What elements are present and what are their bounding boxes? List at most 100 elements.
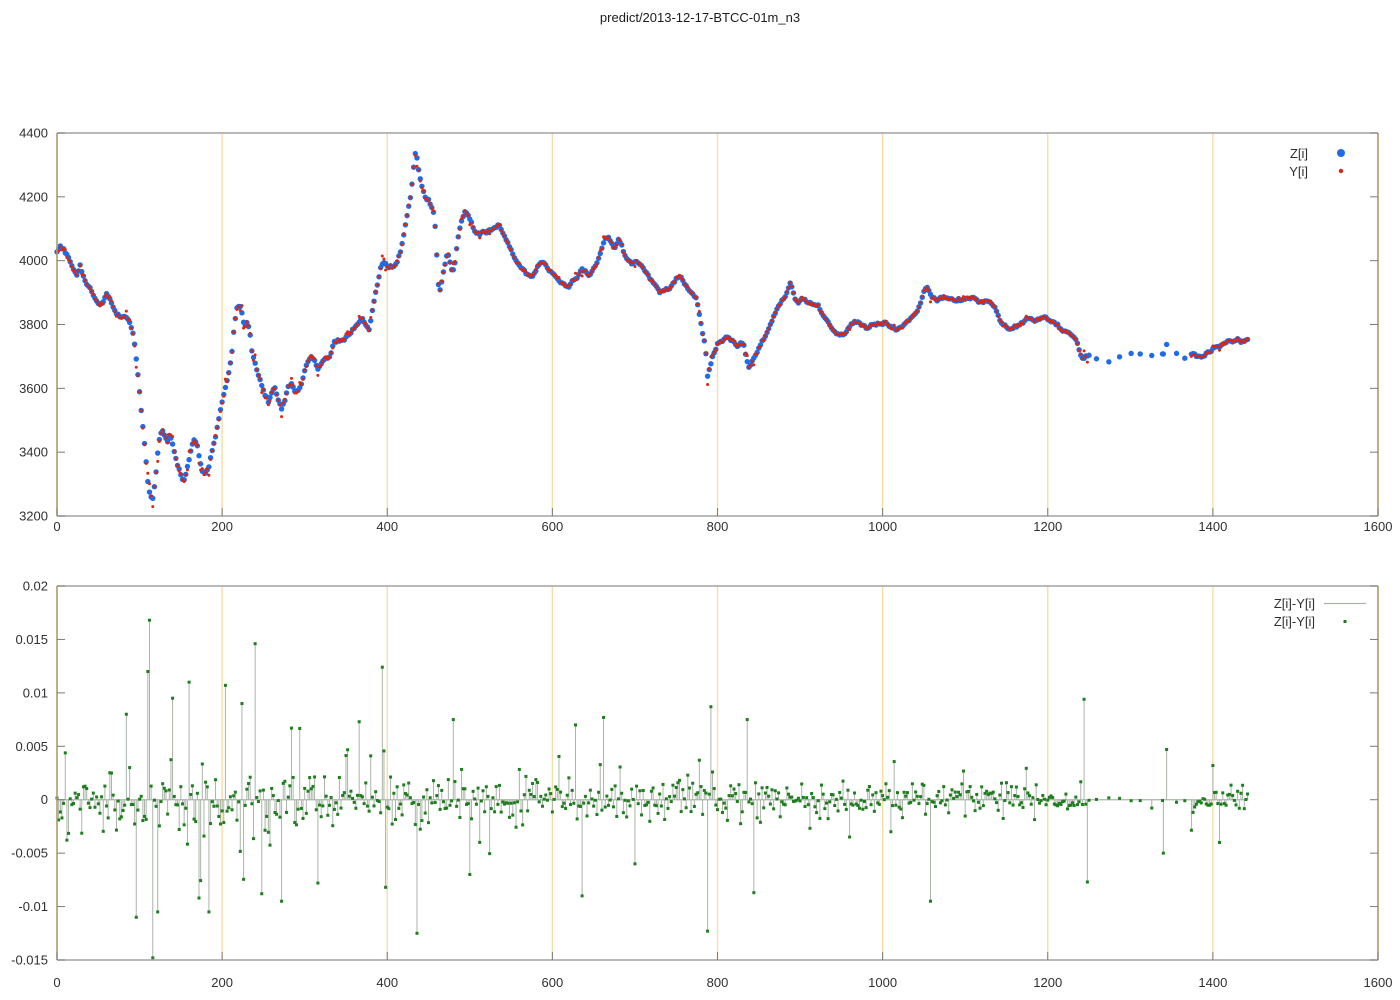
residual-point: [371, 796, 374, 799]
residual-point: [843, 803, 846, 806]
residual-point: [571, 789, 574, 792]
residual-point: [402, 783, 405, 786]
y-point: [1218, 349, 1221, 352]
z-point: [155, 450, 160, 455]
residual-point: [414, 823, 417, 826]
residual-point: [224, 684, 227, 687]
y-point: [478, 236, 481, 239]
y-point: [916, 309, 919, 312]
y-tick-label: 0: [41, 792, 48, 807]
y-point: [174, 457, 177, 460]
z-point: [1117, 354, 1122, 359]
residual-point: [115, 829, 118, 832]
y-point: [686, 285, 689, 288]
residual-point: [401, 813, 404, 816]
residual-point: [204, 781, 207, 784]
x-tick-label: 1000: [868, 975, 897, 990]
residual-point: [112, 794, 115, 797]
residual-point: [673, 795, 676, 798]
residual-point: [1005, 781, 1008, 784]
y-point: [655, 285, 658, 288]
residual-point: [960, 782, 963, 785]
residual-point: [997, 809, 1000, 812]
residual-point: [917, 802, 920, 805]
y-point: [285, 392, 288, 395]
residual-point: [1238, 807, 1241, 810]
y-point: [201, 467, 204, 470]
y-point: [534, 268, 537, 271]
residual-point: [526, 809, 529, 812]
residual-point: [472, 790, 475, 793]
residual-point: [117, 800, 120, 803]
y-point: [1079, 352, 1082, 355]
y-point: [817, 304, 820, 307]
residual-point: [1078, 800, 1081, 803]
residual-point: [1234, 803, 1237, 806]
residual-point: [227, 806, 230, 809]
y-point: [369, 316, 372, 319]
y-point: [354, 325, 357, 328]
y-point: [389, 263, 392, 266]
y-point: [166, 441, 169, 444]
y-point: [143, 443, 146, 446]
y-point: [140, 409, 143, 412]
residual-point: [576, 817, 579, 820]
residual-point: [161, 782, 164, 785]
residual-point: [685, 806, 688, 809]
x-tick-label: 600: [542, 975, 564, 990]
residual-point: [888, 789, 891, 792]
y-point: [148, 482, 151, 485]
residual-point: [506, 802, 509, 805]
residual-point: [123, 804, 126, 807]
residual-point: [1079, 780, 1082, 783]
y-point: [756, 352, 759, 355]
y-point: [1216, 345, 1219, 348]
residual-point: [822, 793, 825, 796]
y-point: [503, 235, 506, 238]
y-point: [774, 311, 777, 314]
y-point: [130, 327, 133, 330]
residual-point: [363, 802, 366, 805]
residual-point: [870, 803, 873, 806]
residual-point: [1030, 803, 1033, 806]
legend-label-z: Z[i]: [1290, 146, 1308, 161]
y-point: [619, 238, 622, 241]
y-point: [95, 299, 98, 302]
residual-point: [120, 815, 123, 818]
y-point: [249, 332, 252, 335]
residual-point: [199, 879, 202, 882]
residual-point: [808, 827, 811, 830]
y-tick-label: 4200: [19, 189, 48, 204]
y-point: [652, 280, 655, 283]
residual-point: [1040, 799, 1043, 802]
residual-point: [1071, 801, 1074, 804]
y-point: [919, 301, 922, 304]
y-point: [995, 310, 998, 313]
residual-point: [60, 816, 63, 819]
residual-point: [1033, 818, 1036, 821]
residual-point: [622, 811, 625, 814]
residual-point: [658, 793, 661, 796]
residual-point: [377, 800, 380, 803]
residual-point: [544, 793, 547, 796]
residual-point: [297, 808, 300, 811]
residual-point: [779, 815, 782, 818]
residual-point: [556, 788, 559, 791]
residual-point: [1028, 794, 1031, 797]
legend-marker-z: [1337, 149, 1345, 157]
residual-point: [747, 801, 750, 804]
residual-point: [1021, 806, 1024, 809]
y-point: [232, 330, 235, 333]
residual-point: [358, 720, 361, 723]
residual-point: [846, 789, 849, 792]
residual-point: [538, 800, 541, 803]
y-point: [85, 282, 88, 285]
residual-point: [640, 813, 643, 816]
y-point: [577, 273, 580, 276]
y-point: [1056, 323, 1059, 326]
residual-point: [346, 748, 349, 751]
y-point: [673, 280, 676, 283]
y-point: [941, 297, 944, 300]
y-point: [696, 303, 699, 306]
residual-point: [879, 790, 882, 793]
